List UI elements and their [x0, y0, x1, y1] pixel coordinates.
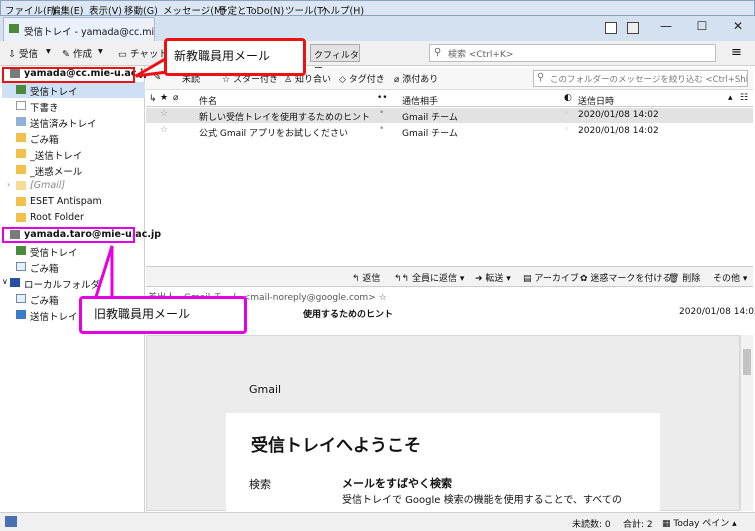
- callout-old-label: 旧教職員用メール: [94, 307, 191, 321]
- callout-pointers: [92, 55, 169, 302]
- callout-new-label: 新教職員用メール: [174, 49, 271, 63]
- pointer-old: [92, 245, 114, 302]
- pointer-new: [135, 55, 169, 78]
- callout-new-mail: 新教職員用メール: [164, 38, 306, 76]
- callout-old-mail: 旧教職員用メール: [79, 296, 247, 334]
